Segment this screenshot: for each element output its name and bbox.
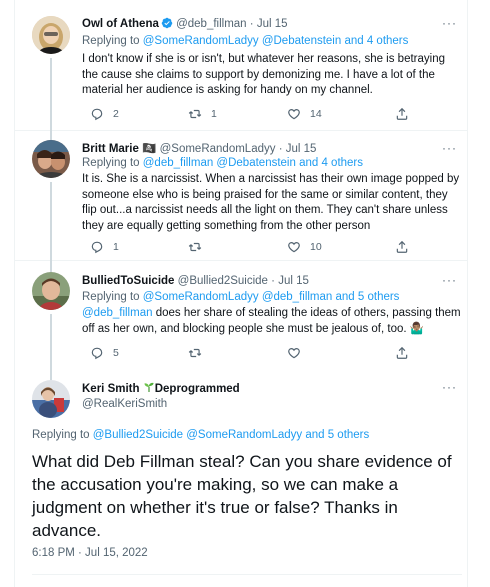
reply-tweet-owl-of-athena[interactable]: Owl of Athena @deb_fillman · Jul 15 ··· … <box>14 0 468 133</box>
retweet-button[interactable]: 1 <box>188 107 217 121</box>
thread-line <box>50 370 52 380</box>
thread-line <box>50 314 52 370</box>
focused-tweet-keri-smith: Keri Smith Deprogrammed @RealKeriSmith ·… <box>14 370 468 587</box>
share-icon <box>396 107 408 120</box>
reply-tweet-britt-marie[interactable]: Britt Marie 🏴‍☠️ @SomeRandomLadyy · Jul … <box>14 130 468 260</box>
thread-line <box>50 182 52 260</box>
avatar[interactable] <box>32 380 70 418</box>
retweet-icon <box>188 348 202 358</box>
replying-to-links[interactable]: @SomeRandomLadyy @deb_fillman and 5 othe… <box>143 291 400 303</box>
tweet-text: I don't know if she is or isn't, but wha… <box>82 53 445 96</box>
more-options-icon[interactable]: ··· <box>442 380 457 394</box>
tweet-date[interactable]: Jul 15 <box>278 275 309 287</box>
reply-icon <box>91 347 103 360</box>
user-handle[interactable]: @SomeRandomLadyy <box>160 143 276 155</box>
dot-separator: · <box>271 275 275 287</box>
tweet-header: Britt Marie 🏴‍☠️ @SomeRandomLadyy · Jul … <box>82 142 316 157</box>
tweet-actions: 1 10 <box>82 240 452 256</box>
tweet-actions: 2 1 14 <box>82 107 452 123</box>
divider <box>32 574 462 575</box>
retweet-icon <box>188 109 202 119</box>
thread-line <box>50 130 52 140</box>
mention-link[interactable]: @deb_fillman <box>82 307 153 319</box>
display-name[interactable]: Owl of Athena <box>82 18 159 30</box>
user-handle[interactable]: @RealKeriSmith <box>82 398 167 410</box>
dot-separator: · <box>249 18 254 30</box>
avatar[interactable] <box>32 272 70 310</box>
tweet-header: Keri Smith Deprogrammed <box>82 381 240 397</box>
reply-button[interactable]: 1 <box>90 240 119 254</box>
like-button[interactable] <box>287 346 301 360</box>
reply-icon <box>91 108 103 121</box>
reply-count: 5 <box>113 347 119 359</box>
thread-line <box>50 58 52 133</box>
retweet-button[interactable] <box>188 240 202 254</box>
like-count: 10 <box>310 241 322 253</box>
tweet-timestamp[interactable]: 6:18 PM · Jul 15, 2022 <box>32 546 148 561</box>
retweet-icon <box>188 242 202 252</box>
tweet-text: It is. She is a narcissist. When a narci… <box>82 173 460 232</box>
share-button[interactable] <box>395 107 409 121</box>
tweet-header: BulliedToSuicide @Bullied2Suicide · Jul … <box>82 274 309 289</box>
thread-line <box>50 260 52 272</box>
retweet-button[interactable] <box>188 346 202 360</box>
share-icon <box>396 240 408 253</box>
display-name[interactable]: BulliedToSuicide <box>82 275 174 287</box>
display-name-suffix: Deprogrammed <box>154 383 240 395</box>
heart-icon <box>288 109 300 120</box>
tweet-header: Owl of Athena @deb_fillman · Jul 15 <box>82 17 288 32</box>
verified-badge-icon <box>161 17 173 29</box>
display-name[interactable]: Keri Smith <box>82 383 140 395</box>
avatar[interactable] <box>32 16 70 54</box>
heart-icon <box>288 348 300 359</box>
replying-to-label: Replying to <box>82 157 140 169</box>
replying-to: Replying to @SomeRandomLadyy @Debatenste… <box>82 34 408 49</box>
reply-tweet-bulliedtosuicide[interactable]: BulliedToSuicide @Bullied2Suicide · Jul … <box>14 260 468 370</box>
replying-to-label: Replying to <box>32 429 90 441</box>
more-options-icon[interactable]: ··· <box>442 273 457 287</box>
like-button[interactable]: 10 <box>287 240 322 254</box>
reply-count: 2 <box>113 108 119 120</box>
like-button[interactable]: 14 <box>287 107 322 121</box>
tweet-handle-row: @RealKeriSmith <box>82 397 167 412</box>
share-button[interactable] <box>395 240 409 254</box>
tweet-text: @deb_fillman does her share of stealing … <box>82 306 462 337</box>
replying-to-links[interactable]: @Bullied2Suicide @SomeRandomLadyy and 5 … <box>93 429 370 441</box>
retweet-count: 1 <box>211 108 217 120</box>
replying-to-label: Replying to <box>82 35 140 47</box>
tweet-actions: 5 <box>82 346 452 362</box>
tweet-date[interactable]: Jul 15 <box>257 18 288 30</box>
dot-separator: · <box>278 143 283 155</box>
heart-icon <box>288 242 300 253</box>
replying-to: Replying to @SomeRandomLadyy @deb_fillma… <box>82 290 399 305</box>
user-handle[interactable]: @deb_fillman <box>176 18 247 30</box>
replying-to: Replying to @deb_fillman @Debatenstein a… <box>82 156 363 171</box>
reply-icon <box>91 241 103 254</box>
avatar[interactable] <box>32 140 70 178</box>
replying-to: Replying to @Bullied2Suicide @SomeRandom… <box>32 428 369 443</box>
reply-count: 1 <box>113 241 119 253</box>
share-icon <box>396 346 408 359</box>
reply-button[interactable]: 5 <box>90 346 119 360</box>
replying-to-links[interactable]: @SomeRandomLadyy @Debatenstein and 4 oth… <box>143 35 409 47</box>
more-options-icon[interactable]: ··· <box>442 16 457 30</box>
tweet-date[interactable]: Jul 15 <box>286 143 317 155</box>
reply-button[interactable]: 2 <box>90 107 119 121</box>
tweet-text: What did Deb Fillman steal? Can you shar… <box>32 452 452 540</box>
like-count: 14 <box>310 108 322 120</box>
user-handle[interactable]: @Bullied2Suicide <box>178 275 268 287</box>
replying-to-links[interactable]: @deb_fillman @Debatenstein and 4 others <box>143 157 363 169</box>
sprout-icon <box>144 382 154 392</box>
name-badge-emoji: 🏴‍☠️ <box>142 143 157 155</box>
more-options-icon[interactable]: ··· <box>442 141 457 155</box>
display-name[interactable]: Britt Marie <box>82 143 139 155</box>
share-button[interactable] <box>395 346 409 360</box>
replying-to-label: Replying to <box>82 291 140 303</box>
